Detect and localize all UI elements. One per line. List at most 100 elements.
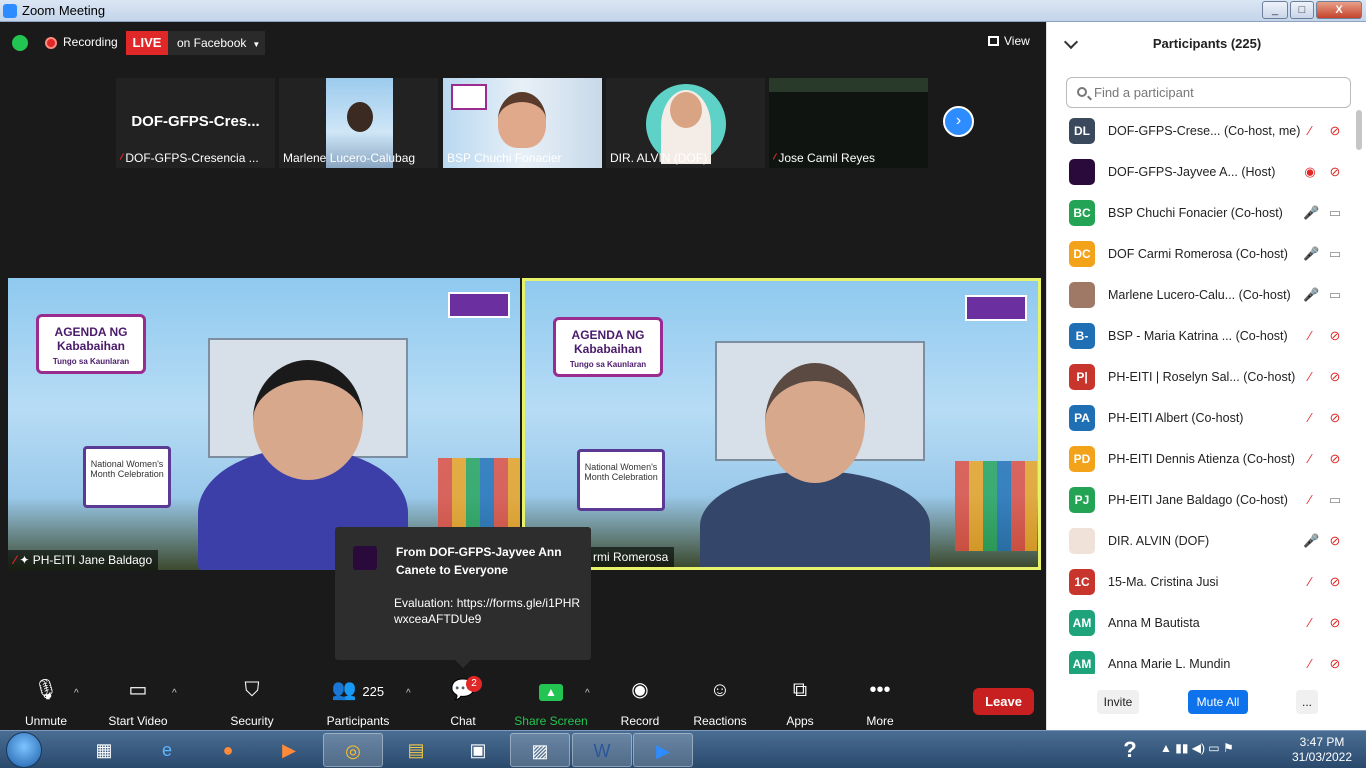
photo-viewer-taskbar-icon[interactable]: ▨ [510, 733, 570, 767]
share-options-caret[interactable]: ^ [585, 688, 590, 699]
thumbnail-tile[interactable]: DOF-GFPS-Cres... ⁄ DOF-GFPS-Cresencia ..… [116, 78, 275, 168]
unmute-button[interactable]: 🎙 Unmute [6, 677, 86, 728]
security-button[interactable]: ⛉ Security [212, 677, 292, 728]
minimize-button[interactable]: _ [1262, 1, 1288, 19]
start-video-button[interactable]: ▭ Start Video [98, 677, 178, 728]
smiley-icon: ☺ [709, 679, 731, 701]
mic-icon[interactable]: 🎤 [1303, 533, 1319, 549]
next-page-button[interactable]: › [943, 106, 974, 137]
mic-muted-icon[interactable]: ⁄ [1303, 574, 1317, 590]
mic-muted-icon[interactable]: ⁄ [1303, 369, 1317, 385]
video-tile-active-speaker[interactable]: AGENDA NG Kababaihan Tungo sa Kaunlaran Na… [522, 278, 1041, 570]
chat-notification[interactable]: From DOF-GFPS-Jayvee Ann Canete to Every… [335, 527, 591, 668]
participant-row[interactable]: PJ PH-EITI Jane Baldago (Co-host) ⁄ ▭ [1047, 483, 1357, 524]
search-input[interactable]: Find a participant [1066, 77, 1351, 108]
participant-row[interactable]: DIR. ALVIN (DOF) 🎤 ⊘ [1047, 524, 1357, 565]
video-off-icon[interactable]: ⊘ [1326, 656, 1344, 672]
word-taskbar-icon[interactable]: W [572, 733, 632, 767]
mic-muted-icon[interactable]: ⁄ [1303, 410, 1317, 426]
mic-muted-icon[interactable]: ⁄ [1303, 123, 1317, 139]
chrome-taskbar-icon[interactable]: ◎ [323, 733, 383, 767]
thumbnail-tile[interactable]: DIR. ALVIN (DOF) [606, 78, 765, 168]
record-dot-icon [45, 37, 57, 49]
mic-muted-icon[interactable]: ⁄ [1303, 492, 1317, 508]
mic-icon[interactable]: 🎤 [1303, 287, 1319, 303]
invite-button[interactable]: Invite [1097, 690, 1139, 714]
participant-row[interactable]: DC DOF Carmi Romerosa (Co-host) 🎤 ▭ [1047, 237, 1357, 278]
network-taskbar-icon[interactable]: ▣ [448, 733, 508, 767]
video-off-icon[interactable]: ⊘ [1326, 615, 1344, 631]
close-button[interactable]: X [1316, 1, 1362, 19]
video-off-icon[interactable]: ⊘ [1326, 164, 1344, 180]
recording-icon[interactable]: ◉ [1303, 164, 1317, 180]
video-off-icon[interactable]: ⊘ [1326, 328, 1344, 344]
livestream-destination-dropdown[interactable]: on Facebook ▼ [168, 31, 265, 55]
thumbnail-tile[interactable]: BSP Chuchi Fonacier [443, 78, 602, 168]
start-button[interactable] [6, 732, 42, 768]
participant-list-scrollbar[interactable] [1356, 110, 1362, 150]
video-off-icon[interactable]: ⊘ [1326, 369, 1344, 385]
maximize-button[interactable]: □ [1290, 1, 1314, 19]
file-explorer-taskbar-icon[interactable]: ▤ [386, 733, 446, 767]
view-button[interactable]: View [988, 34, 1030, 48]
zoom-taskbar-icon[interactable]: ▶ [633, 733, 693, 767]
mic-muted-icon[interactable]: ⁄ [1303, 656, 1317, 672]
participant-row[interactable]: PD PH-EITI Dennis Atienza (Co-host) ⁄ ⊘ [1047, 442, 1357, 483]
calculator-taskbar-icon[interactable]: ▦ [74, 733, 134, 767]
mic-icon[interactable]: 🎤 [1303, 205, 1319, 221]
internet-explorer-taskbar-icon[interactable]: e [137, 733, 197, 767]
media-player-taskbar-icon[interactable]: ▶ [259, 733, 319, 767]
participant-video [498, 92, 546, 148]
video-options-caret[interactable]: ^ [172, 688, 177, 699]
participants-button[interactable]: 👥 225 Participants [318, 677, 398, 728]
leave-button[interactable]: Leave [973, 688, 1034, 715]
participant-row[interactable]: 1C 15-Ma. Cristina Jusi ⁄ ⊘ [1047, 565, 1357, 606]
video-off-icon[interactable]: ⊘ [1326, 123, 1344, 139]
participants-options-caret[interactable]: ^ [406, 688, 411, 699]
meeting-toolbar: 🎙 Unmute ^ ▭ Start Video ^ ⛉ Security 👥 225… [0, 674, 1046, 730]
firefox-taskbar-icon[interactable]: ● [198, 733, 258, 767]
video-icon[interactable]: ▭ [1326, 246, 1344, 262]
apps-button[interactable]: ⧉ Apps [760, 677, 840, 728]
video-off-icon[interactable]: ⊘ [1326, 574, 1344, 590]
mic-icon[interactable]: 🎤 [1303, 246, 1319, 262]
tray-icons[interactable]: ▲ ▮▮ ◀) ▭ ⚑ [1160, 741, 1234, 755]
video-icon[interactable]: ▭ [1326, 287, 1344, 303]
audio-options-caret[interactable]: ^ [74, 688, 79, 699]
participant-row[interactable]: AM Anna M Bautista ⁄ ⊘ [1047, 606, 1357, 647]
participant-row[interactable]: AM Anna Marie L. Mundin ⁄ ⊘ [1047, 647, 1357, 674]
thumbnail-tile[interactable]: Marlene Lucero-Calubag [279, 78, 438, 168]
thumbnail-tile[interactable]: ⁄ Jose Camil Reyes [769, 78, 928, 168]
more-button[interactable]: ••• More [840, 677, 920, 728]
recording-label[interactable]: Recording [63, 35, 118, 49]
mic-muted-icon[interactable]: ⁄ [1303, 451, 1317, 467]
more-options-button[interactable]: ... [1296, 690, 1318, 714]
participant-row[interactable]: B- BSP - Maria Katrina ... (Co-host) ⁄ ⊘ [1047, 319, 1357, 360]
reactions-button[interactable]: ☺ Reactions [680, 677, 760, 728]
share-screen-button[interactable]: ▲ Share Screen [511, 677, 591, 728]
shield-icon[interactable] [12, 35, 28, 51]
participant-row[interactable]: DL DOF-GFPS-Crese... (Co-host, me) ⁄ ⊘ [1047, 114, 1357, 155]
participant-row[interactable]: Marlene Lucero-Calu... (Co-host) 🎤 ▭ [1047, 278, 1357, 319]
agenda-logo [451, 84, 487, 110]
participant-row[interactable]: P| PH-EITI | Roselyn Sal... (Co-host) ⁄ ⊘ [1047, 360, 1357, 401]
video-off-icon[interactable]: ⊘ [1326, 451, 1344, 467]
video-off-icon[interactable]: ⊘ [1326, 410, 1344, 426]
participant-row[interactable]: PA PH-EITI Albert (Co-host) ⁄ ⊘ [1047, 401, 1357, 442]
participant-row[interactable]: BC BSP Chuchi Fonacier (Co-host) 🎤 ▭ [1047, 196, 1357, 237]
participant-avatar: AM [1069, 651, 1095, 674]
record-button[interactable]: ◉ Record [600, 677, 680, 728]
video-icon[interactable]: ▭ [1326, 492, 1344, 508]
chat-button[interactable]: 💬 Chat [423, 677, 503, 728]
help-icon[interactable]: ? [1100, 733, 1160, 767]
participant-name: DIR. ALVIN (DOF) [1108, 534, 1210, 548]
mute-all-button[interactable]: Mute All [1188, 690, 1248, 714]
participant-name: BSP Chuchi Fonacier (Co-host) [1108, 206, 1283, 220]
mic-muted-icon[interactable]: ⁄ [1303, 328, 1317, 344]
participant-row[interactable]: DOF-GFPS-Jayvee A... (Host) ◉ ⊘ [1047, 155, 1357, 196]
mic-muted-icon[interactable]: ⁄ [1303, 615, 1317, 631]
video-off-icon[interactable]: ⊘ [1326, 533, 1344, 549]
system-clock[interactable]: 3:47 PM 31/03/2022 [1286, 735, 1358, 765]
livestream-destination-label: on Facebook [177, 36, 247, 50]
video-icon[interactable]: ▭ [1326, 205, 1344, 221]
